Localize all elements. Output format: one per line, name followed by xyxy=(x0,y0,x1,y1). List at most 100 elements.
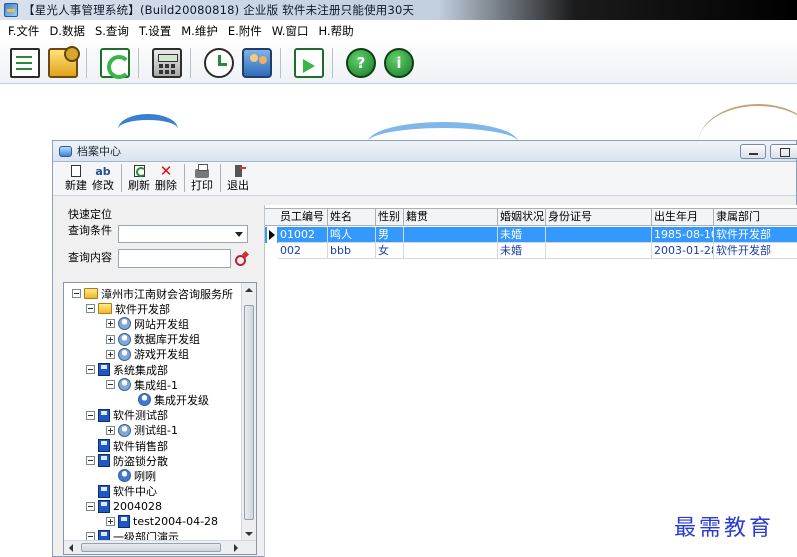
document-icon[interactable] xyxy=(10,47,40,78)
query-content-input[interactable] xyxy=(118,249,231,268)
table-cell[interactable]: 男 xyxy=(376,227,404,243)
tree-node[interactable]: 软件中心 xyxy=(86,484,157,499)
table-cell[interactable]: 软件开发部 xyxy=(714,227,797,243)
query-condition-select[interactable] xyxy=(118,225,248,243)
tree-node[interactable]: 集成组-1 xyxy=(106,377,178,392)
scroll-up-icon[interactable] xyxy=(245,288,253,292)
table-cell[interactable]: 女 xyxy=(376,243,404,259)
table-row[interactable]: 002 bbb 女 未婚 2003-01-28 软件开发部 xyxy=(265,243,797,259)
tree-node[interactable]: 防盗锁分散 xyxy=(86,453,168,468)
help-icon[interactable]: ? xyxy=(346,47,376,78)
table-cell[interactable]: 1985-08-10 xyxy=(652,227,714,243)
expand-plus-icon[interactable] xyxy=(106,349,115,359)
scroll-down-icon[interactable] xyxy=(245,532,253,536)
clock-icon[interactable] xyxy=(204,47,234,78)
department-tree[interactable]: 漳州市江南财会咨询服务所 软件开发部 网站开发组 数据库开发组 游戏开发组 系统集成部 集成… xyxy=(63,282,257,555)
edit-button[interactable]: ab 修改 xyxy=(92,164,114,193)
table-cell[interactable]: 未婚 xyxy=(498,243,546,259)
collapse-minus-icon[interactable] xyxy=(86,365,95,374)
tree-node[interactable]: 集成开发级 xyxy=(126,392,209,407)
tree-node[interactable]: 游戏开发组 xyxy=(106,347,189,362)
exit-button[interactable]: 退出 xyxy=(227,164,249,192)
scroll-right-icon[interactable] xyxy=(234,544,238,552)
menu-window[interactable]: W.窗口 xyxy=(272,23,309,39)
calculator-icon[interactable] xyxy=(152,47,182,78)
menu-settings[interactable]: T.设置 xyxy=(139,23,171,39)
menu-attach[interactable]: E.附件 xyxy=(228,23,262,39)
toolbar-separator xyxy=(220,164,221,192)
column-header[interactable]: 出生年月 xyxy=(652,209,714,226)
menu-data[interactable]: D.数据 xyxy=(49,23,85,39)
column-header[interactable]: 性别 xyxy=(376,209,404,226)
table-cell[interactable]: 软件开发部 xyxy=(714,243,797,259)
collapse-minus-icon[interactable] xyxy=(106,380,115,390)
collapse-minus-icon[interactable] xyxy=(86,501,95,511)
tree-node[interactable]: 网站开发组 xyxy=(106,316,189,331)
column-header[interactable]: 身份证号 xyxy=(546,209,652,226)
scroll-left-icon[interactable] xyxy=(69,544,73,552)
toolbar-separator xyxy=(280,47,286,78)
scroll-thumb[interactable] xyxy=(81,543,221,552)
app-title-bar[interactable]: 【星光人事管理系统】(Build20080818) 企业版 软件未注册只能使用3… xyxy=(0,0,797,20)
menu-file[interactable]: F.文件 xyxy=(8,23,39,39)
new-button[interactable]: 新建 xyxy=(65,164,87,192)
tree-node[interactable]: 漳州市江南财会咨询服务所 xyxy=(72,286,233,301)
info-icon[interactable]: i xyxy=(384,47,414,78)
table-cell[interactable] xyxy=(404,227,498,243)
collapse-minus-icon[interactable] xyxy=(86,456,95,466)
delete-button[interactable]: ✕ 删除 xyxy=(155,164,177,193)
tree-node[interactable]: 软件销售部 xyxy=(86,438,168,453)
tree-node[interactable]: test2004-04-28 xyxy=(106,514,218,529)
department-icon xyxy=(118,515,130,528)
chevron-down-icon[interactable] xyxy=(235,232,243,237)
folder-gear-icon[interactable] xyxy=(48,45,80,78)
scroll-thumb[interactable] xyxy=(244,305,254,520)
tree-horizontal-scrollbar[interactable] xyxy=(64,540,256,554)
collapse-minus-icon[interactable] xyxy=(86,410,95,420)
tree-node-label: 软件中心 xyxy=(113,485,157,499)
table-cell[interactable] xyxy=(546,243,652,259)
child-title-bar[interactable]: 档案中心 xyxy=(53,141,797,162)
tree-node[interactable]: 软件测试部 xyxy=(86,408,168,423)
expand-plus-icon[interactable] xyxy=(106,517,115,526)
table-row[interactable]: 01002 鸣人男 未婚 1985-08-10 软件开发部 xyxy=(265,227,797,243)
column-header[interactable]: 姓名 xyxy=(328,209,376,226)
tree-node[interactable]: 系统集成部 xyxy=(86,362,168,377)
column-header[interactable]: 籍贯 xyxy=(404,209,498,226)
tree-node[interactable]: 咧咧 xyxy=(106,468,156,483)
table-cell[interactable]: 鸣人 xyxy=(328,227,376,243)
tree-node[interactable]: 软件开发部 xyxy=(86,301,170,316)
print-button[interactable]: 打印 xyxy=(191,164,213,192)
menu-help[interactable]: H.帮助 xyxy=(318,23,353,39)
table-cell[interactable] xyxy=(404,243,498,259)
tree-node[interactable]: 数据库开发组 xyxy=(106,332,200,347)
expand-plus-icon[interactable] xyxy=(106,425,115,435)
column-header[interactable]: 员工编号 xyxy=(278,209,328,226)
column-header[interactable]: 婚姻状况 xyxy=(498,209,546,226)
table-cell[interactable]: 2003-01-28 xyxy=(652,243,714,259)
table-cell[interactable]: 01002 xyxy=(278,227,328,243)
people-icon[interactable] xyxy=(242,47,272,78)
column-header[interactable]: 隶属部门 xyxy=(714,209,797,226)
menu-maintain[interactable]: M.维护 xyxy=(181,23,218,39)
collapse-minus-icon[interactable] xyxy=(72,289,81,298)
minimize-button[interactable] xyxy=(740,144,766,159)
employee-grid[interactable]: 员工编号 姓名 性别 籍贯 婚姻状况 身份证号 出生年月 隶属部门 01002 鸣人男未婚 198… xyxy=(264,205,797,557)
table-cell[interactable]: 未婚 xyxy=(498,227,546,243)
table-cell[interactable]: 002 xyxy=(278,243,328,259)
tree-node[interactable]: 测试组-1 xyxy=(106,423,178,438)
refresh-button[interactable]: 刷新 xyxy=(128,164,150,192)
refresh-label: 刷新 xyxy=(128,179,150,192)
collapse-minus-icon[interactable] xyxy=(86,304,95,314)
menu-query[interactable]: S.查询 xyxy=(95,23,129,39)
table-cell[interactable] xyxy=(546,227,652,243)
find-icon[interactable] xyxy=(234,252,248,266)
export-icon[interactable] xyxy=(294,47,324,78)
table-cell[interactable]: bbb xyxy=(328,243,376,259)
expand-plus-icon[interactable] xyxy=(106,319,115,329)
refresh-icon[interactable] xyxy=(100,47,131,79)
tree-vertical-scrollbar[interactable] xyxy=(241,283,256,541)
restore-button[interactable] xyxy=(770,144,797,159)
expand-plus-icon[interactable] xyxy=(106,334,115,344)
tree-node[interactable]: 2004028 xyxy=(86,499,162,514)
